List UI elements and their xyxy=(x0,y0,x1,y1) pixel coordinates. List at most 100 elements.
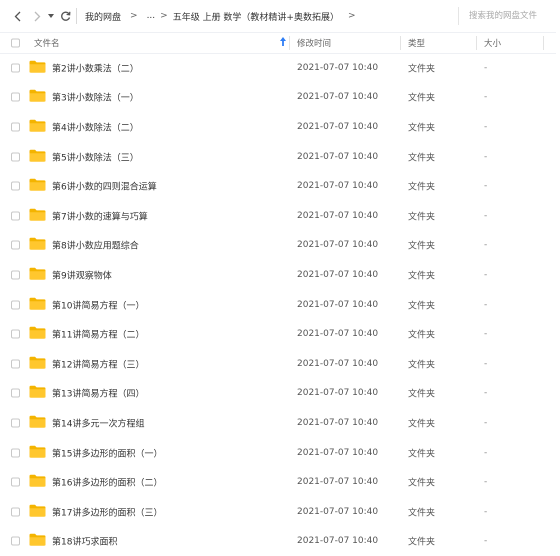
file-list-header: 文件名 修改时间 类型 大小 xyxy=(0,32,556,54)
file-size: - xyxy=(484,240,487,250)
chevron-right-icon xyxy=(34,11,41,22)
sort-asc-arrow-icon[interactable] xyxy=(280,37,286,49)
file-type: 文件夹 xyxy=(408,505,435,518)
row-checkbox[interactable] xyxy=(11,330,20,339)
file-row[interactable]: 第13讲简易方程（四） 2021-07-07 10:40 文件夹 - xyxy=(0,379,556,409)
file-size: - xyxy=(484,181,487,191)
back-button[interactable] xyxy=(10,6,24,26)
folder-icon xyxy=(29,445,46,461)
file-name[interactable]: 第18讲巧求面积 xyxy=(52,535,117,548)
row-checkbox[interactable] xyxy=(11,507,20,516)
chevron-left-icon xyxy=(14,11,21,22)
row-checkbox[interactable] xyxy=(11,63,20,72)
file-type: 文件夹 xyxy=(408,416,435,429)
file-name[interactable]: 第5讲小数除法（三） xyxy=(52,150,139,163)
folder-icon xyxy=(29,149,46,165)
row-checkbox[interactable] xyxy=(11,448,20,457)
breadcrumb-root[interactable]: 我的网盘 xyxy=(85,10,121,23)
folder-icon xyxy=(29,356,46,372)
file-row[interactable]: 第14讲多元一次方程组 2021-07-07 10:40 文件夹 - xyxy=(0,408,556,438)
file-size: - xyxy=(484,418,487,428)
file-type: 文件夹 xyxy=(408,120,435,133)
file-row[interactable]: 第15讲多边形的面积（一） 2021-07-07 10:40 文件夹 - xyxy=(0,438,556,468)
file-row[interactable]: 第7讲小数的速算与巧算 2021-07-07 10:40 文件夹 - xyxy=(0,201,556,231)
file-type: 文件夹 xyxy=(408,150,435,163)
file-name[interactable]: 第15讲多边形的面积（一） xyxy=(52,446,162,459)
column-header-size[interactable]: 大小 xyxy=(484,37,501,49)
forward-button[interactable] xyxy=(30,6,44,26)
row-checkbox[interactable] xyxy=(11,537,20,546)
folder-icon xyxy=(29,89,46,105)
file-name[interactable]: 第12讲简易方程（三） xyxy=(52,357,144,370)
row-checkbox[interactable] xyxy=(11,182,20,191)
file-name[interactable]: 第7讲小数的速算与巧算 xyxy=(52,209,148,222)
column-divider xyxy=(289,36,290,50)
file-name[interactable]: 第10讲简易方程（一） xyxy=(52,298,144,311)
file-name[interactable]: 第14讲多元一次方程组 xyxy=(52,416,144,429)
file-type: 文件夹 xyxy=(408,535,435,548)
file-name[interactable]: 第17讲多边形的面积（三） xyxy=(52,505,162,518)
row-checkbox[interactable] xyxy=(11,93,20,102)
file-row[interactable]: 第8讲小数应用题综合 2021-07-07 10:40 文件夹 - xyxy=(0,231,556,261)
row-checkbox[interactable] xyxy=(11,300,20,309)
file-row[interactable]: 第2讲小数乘法（二） 2021-07-07 10:40 文件夹 - xyxy=(0,53,556,83)
file-size: - xyxy=(484,477,487,487)
refresh-button[interactable] xyxy=(58,6,72,26)
select-all-checkbox[interactable] xyxy=(11,39,20,48)
file-row[interactable]: 第5讲小数除法（三） 2021-07-07 10:40 文件夹 - xyxy=(0,142,556,172)
row-checkbox[interactable] xyxy=(11,418,20,427)
file-row[interactable]: 第10讲简易方程（一） 2021-07-07 10:40 文件夹 - xyxy=(0,290,556,320)
file-name[interactable]: 第3讲小数除法（一） xyxy=(52,91,139,104)
file-type: 文件夹 xyxy=(408,61,435,74)
breadcrumb-separator: > xyxy=(160,11,168,21)
file-size: - xyxy=(484,122,487,132)
file-name[interactable]: 第11讲简易方程（二） xyxy=(52,328,144,341)
row-checkbox[interactable] xyxy=(11,270,20,279)
file-type: 文件夹 xyxy=(408,239,435,252)
folder-icon xyxy=(29,178,46,194)
column-header-name[interactable]: 文件名 xyxy=(34,37,60,49)
folder-icon xyxy=(29,533,46,549)
file-name[interactable]: 第4讲小数除法（二） xyxy=(52,120,139,133)
folder-icon xyxy=(29,119,46,135)
folder-icon xyxy=(29,326,46,342)
row-checkbox[interactable] xyxy=(11,211,20,220)
column-header-modified[interactable]: 修改时间 xyxy=(297,37,331,49)
file-size: - xyxy=(484,211,487,221)
file-name[interactable]: 第2讲小数乘法（二） xyxy=(52,61,139,74)
file-name[interactable]: 第6讲小数的四则混合运算 xyxy=(52,180,157,193)
file-row[interactable]: 第18讲巧求面积 2021-07-07 10:40 文件夹 - xyxy=(0,527,556,556)
folder-icon xyxy=(29,237,46,253)
row-checkbox[interactable] xyxy=(11,152,20,161)
file-row[interactable]: 第17讲多边形的面积（三） 2021-07-07 10:40 文件夹 - xyxy=(0,497,556,527)
column-header-type[interactable]: 类型 xyxy=(408,37,425,49)
search-input[interactable] xyxy=(467,10,559,22)
file-type: 文件夹 xyxy=(408,209,435,222)
file-name[interactable]: 第16讲多边形的面积（二） xyxy=(52,476,162,489)
file-type: 文件夹 xyxy=(408,180,435,193)
file-name[interactable]: 第8讲小数应用题综合 xyxy=(52,239,139,252)
breadcrumb-ellipsis[interactable]: ... xyxy=(147,11,156,21)
row-checkbox[interactable] xyxy=(11,122,20,131)
file-row[interactable]: 第4讲小数除法（二） 2021-07-07 10:40 文件夹 - xyxy=(0,112,556,142)
folder-icon xyxy=(29,385,46,401)
row-checkbox[interactable] xyxy=(11,478,20,487)
file-name[interactable]: 第9讲观察物体 xyxy=(52,268,112,281)
file-row[interactable]: 第9讲观察物体 2021-07-07 10:40 文件夹 - xyxy=(0,260,556,290)
file-row[interactable]: 第3讲小数除法（一） 2021-07-07 10:40 文件夹 - xyxy=(0,83,556,113)
row-checkbox[interactable] xyxy=(11,359,20,368)
file-row[interactable]: 第16讲多边形的面积（二） 2021-07-07 10:40 文件夹 - xyxy=(0,467,556,497)
folder-icon xyxy=(29,208,46,224)
file-name[interactable]: 第13讲简易方程（四） xyxy=(52,387,144,400)
file-row[interactable]: 第12讲简易方程（三） 2021-07-07 10:40 文件夹 - xyxy=(0,349,556,379)
file-row[interactable]: 第6讲小数的四则混合运算 2021-07-07 10:40 文件夹 - xyxy=(0,171,556,201)
row-checkbox[interactable] xyxy=(11,389,20,398)
file-row[interactable]: 第11讲简易方程（二） 2021-07-07 10:40 文件夹 - xyxy=(0,319,556,349)
row-checkbox[interactable] xyxy=(11,241,20,250)
history-dropdown-button[interactable] xyxy=(46,6,56,26)
breadcrumb-separator[interactable]: > xyxy=(348,11,356,21)
file-list: 第2讲小数乘法（二） 2021-07-07 10:40 文件夹 - 第3讲小数除… xyxy=(0,53,556,556)
file-modified-time: 2021-07-07 10:40 xyxy=(297,448,378,458)
file-modified-time: 2021-07-07 10:40 xyxy=(297,418,378,428)
breadcrumb-current[interactable]: 五年级 上册 数学（教材精讲+奥数拓展） xyxy=(173,10,339,23)
